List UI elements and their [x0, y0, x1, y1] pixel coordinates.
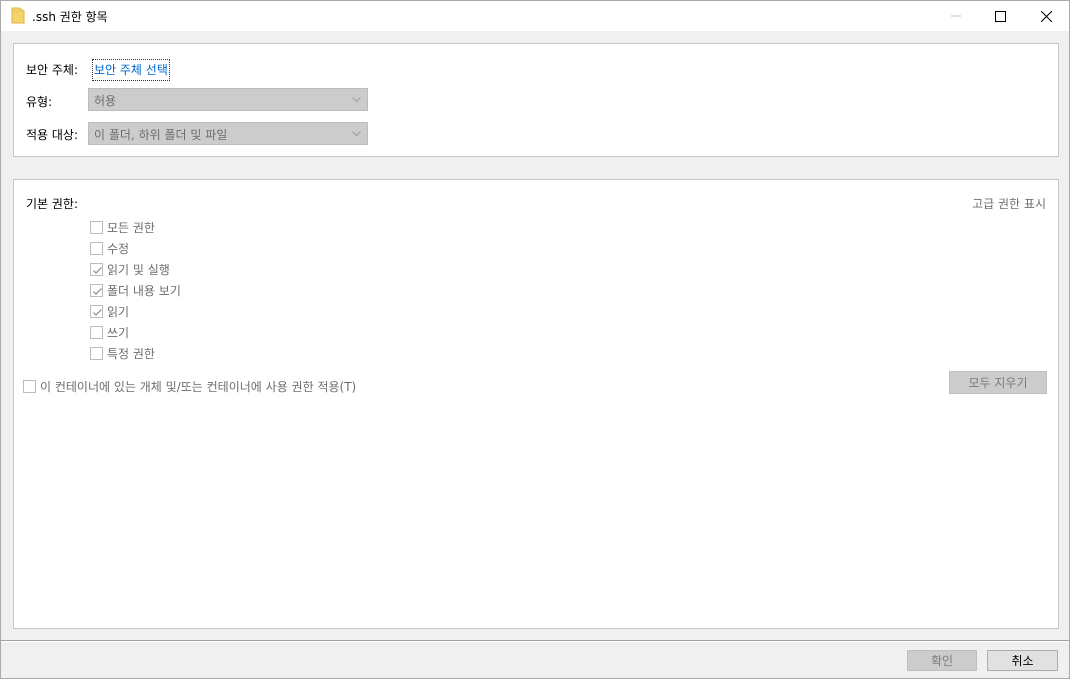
applies-to-label: 적용 대상:	[26, 128, 79, 142]
clear-all-button[interactable]: 모두 지우기	[949, 371, 1047, 394]
chevron-down-icon	[352, 131, 361, 137]
apply-to-container-option[interactable]: 이 컨테이너에 있는 개체 및/또는 컨테이너에 사용 권한 적용(T)	[23, 377, 356, 395]
checkbox[interactable]	[90, 325, 103, 339]
select-principal-link[interactable]: 보안 주체 선택	[92, 59, 170, 81]
checkbox[interactable]	[90, 241, 103, 255]
permission-list-folder[interactable]: 폴더 내용 보기	[90, 281, 181, 299]
principal-label: 보안 주체:	[26, 63, 79, 77]
type-select[interactable]: 허용	[88, 88, 368, 111]
cancel-button[interactable]: 취소	[987, 650, 1058, 671]
basic-permissions-label: 기본 권한:	[26, 197, 79, 211]
checkbox[interactable]	[90, 220, 103, 234]
type-label: 유형:	[26, 95, 53, 109]
maximize-button[interactable]	[977, 1, 1023, 31]
permission-label: 수정	[107, 241, 130, 256]
window-title: .ssh 권한 항목	[32, 10, 108, 24]
show-advanced-permissions-link[interactable]: 고급 권한 표시	[972, 195, 1046, 212]
ok-button[interactable]: 확인	[907, 650, 977, 671]
close-icon	[1040, 10, 1052, 22]
permission-special[interactable]: 특정 권한	[90, 344, 155, 362]
checkbox[interactable]	[90, 304, 103, 318]
apply-to-container-label: 이 컨테이너에 있는 개체 및/또는 컨테이너에 사용 권한 적용(T)	[40, 379, 357, 394]
checkmark-icon	[93, 308, 102, 316]
chevron-down-icon	[352, 97, 361, 103]
checkbox[interactable]	[90, 262, 103, 276]
footer-divider-highlight	[1, 641, 1069, 642]
folder-icon	[11, 7, 25, 24]
close-button[interactable]	[1023, 1, 1069, 31]
permission-label: 쓰기	[107, 325, 130, 340]
checkmark-icon	[93, 287, 102, 295]
permission-label: 폴더 내용 보기	[107, 283, 181, 298]
minimize-button[interactable]	[933, 1, 979, 31]
permission-label: 읽기	[107, 304, 130, 319]
permission-label: 모든 권한	[107, 220, 155, 235]
permission-write[interactable]: 쓰기	[90, 323, 129, 341]
checkbox[interactable]	[90, 346, 103, 360]
permission-label: 읽기 및 실행	[107, 262, 170, 277]
checkbox[interactable]	[90, 283, 103, 297]
principal-group: 보안 주체: 보안 주체 선택 유형: 허용 적용 대상: 이 폴더, 하위 폴…	[13, 43, 1059, 157]
permission-entry-window: .ssh 권한 항목 보안 주체: 보안 주체 선택 유형: 허용 적용 대상:…	[0, 0, 1070, 679]
permission-modify[interactable]: 수정	[90, 239, 129, 257]
maximize-icon	[994, 10, 1006, 22]
applies-to-select-value: 이 폴더, 하위 폴더 및 파일	[94, 128, 228, 142]
permission-full-control[interactable]: 모든 권한	[90, 218, 155, 236]
checkbox[interactable]	[23, 379, 36, 393]
checkmark-icon	[93, 266, 102, 274]
permission-read-execute[interactable]: 읽기 및 실행	[90, 260, 170, 278]
applies-to-select[interactable]: 이 폴더, 하위 폴더 및 파일	[88, 122, 368, 145]
permission-label: 특정 권한	[107, 346, 155, 361]
type-select-value: 허용	[94, 94, 117, 108]
minimize-icon	[951, 15, 961, 17]
basic-permissions-group: 기본 권한: 고급 권한 표시 모든 권한 수정 읽기 및 실행 폴더 내용 보…	[13, 179, 1059, 629]
title-bar: .ssh 권한 항목	[1, 1, 1069, 31]
permission-read[interactable]: 읽기	[90, 302, 129, 320]
